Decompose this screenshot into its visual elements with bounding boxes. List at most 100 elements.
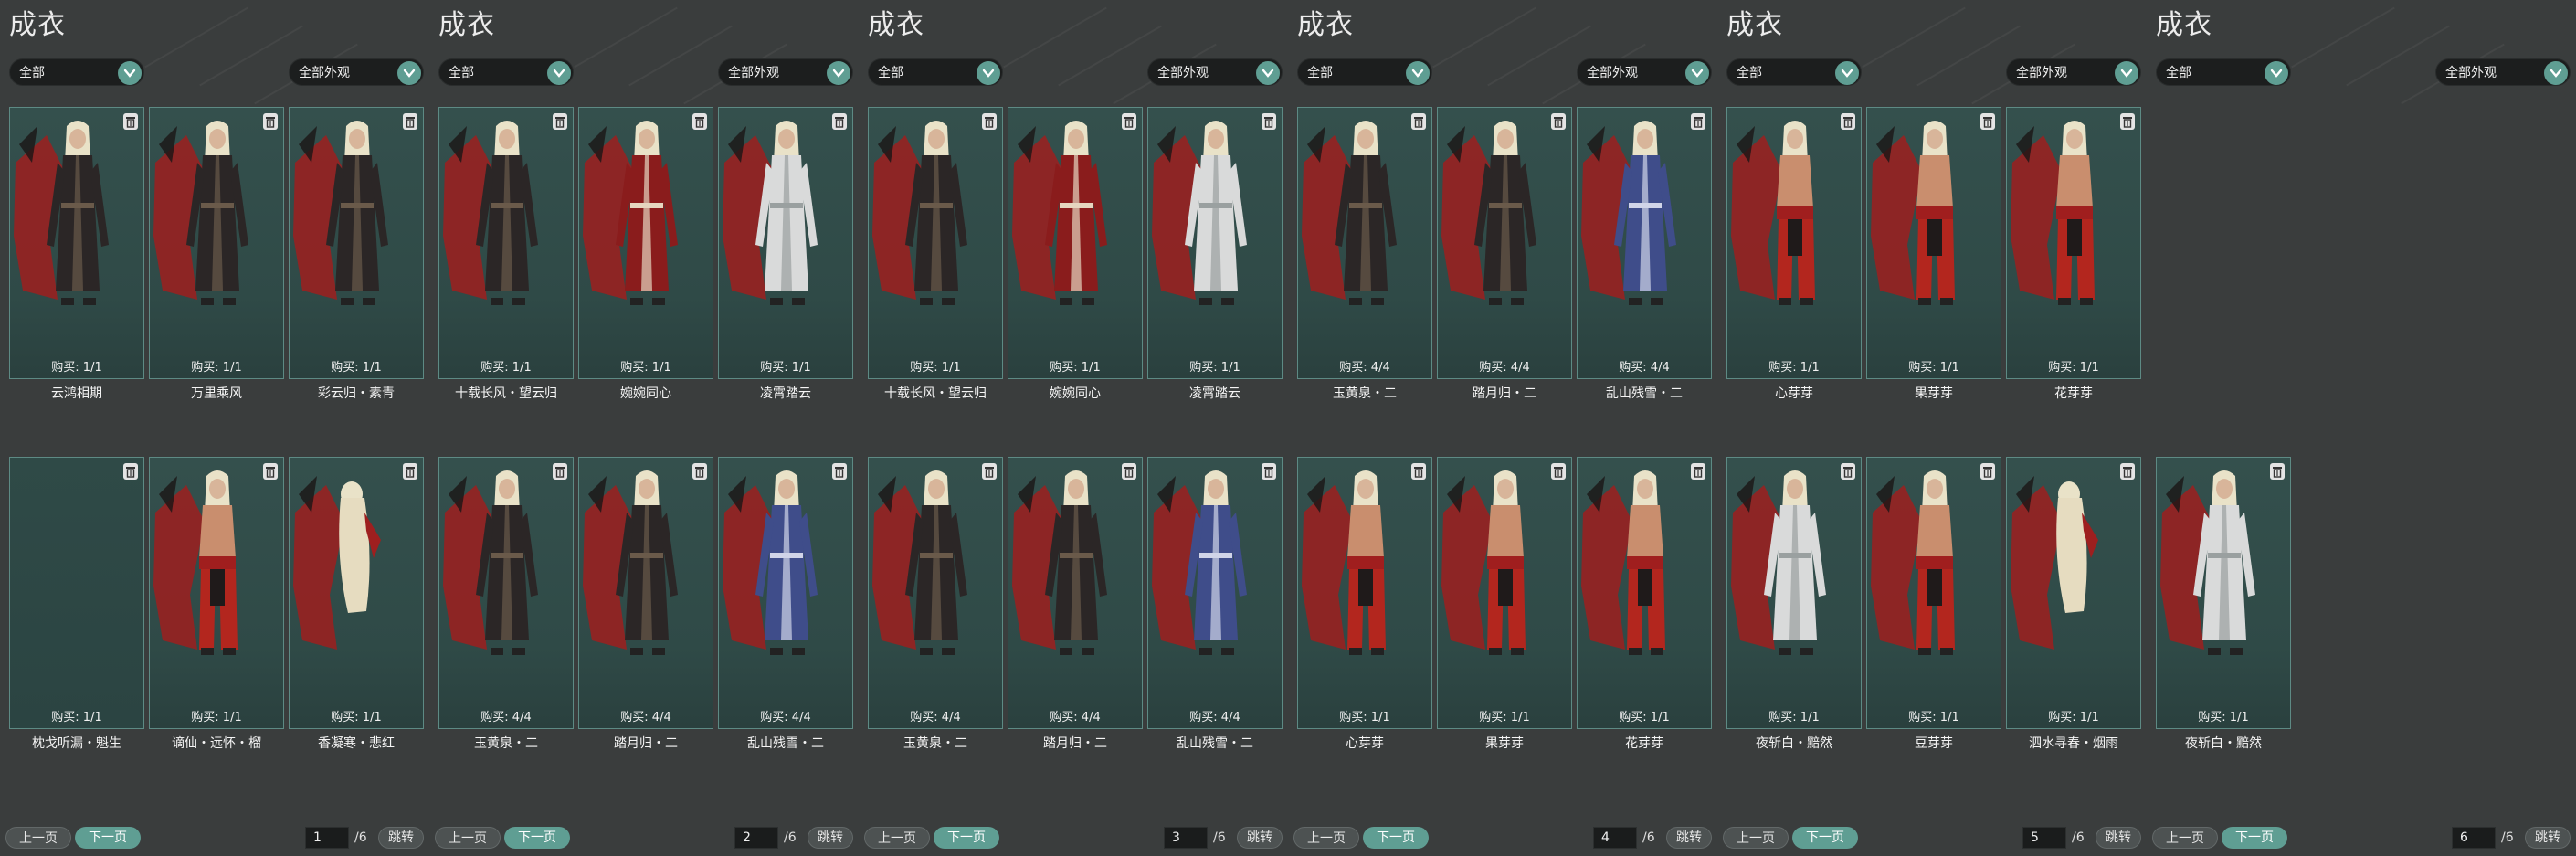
trash-icon[interactable] [263,113,278,130]
outfit-card[interactable]: 购买: 1/1 [1297,457,1432,729]
outfit-card[interactable]: 购买: 1/1 [868,107,1003,379]
appearance-filter-dropdown[interactable]: 全部外观 [2006,58,2141,86]
jump-button[interactable]: 跳转 [1237,827,1283,849]
prev-page-button[interactable]: 上一页 [435,827,501,849]
appearance-filter-dropdown[interactable]: 全部外观 [2435,58,2571,86]
outfit-card[interactable]: 购买: 1/1 [1726,107,1862,379]
outfit-card[interactable]: 购买: 1/1 [1577,457,1712,729]
trash-icon[interactable] [123,463,138,480]
appearance-filter-dropdown[interactable]: 全部外观 [718,58,853,86]
trash-icon[interactable] [832,463,847,480]
category-filter-dropdown[interactable]: 全部 [1297,58,1432,86]
trash-icon[interactable] [553,113,567,130]
next-page-button[interactable]: 下一页 [934,827,999,849]
trash-icon[interactable] [553,463,567,480]
outfit-card[interactable]: 购买: 1/1 [2006,107,2141,379]
trash-icon[interactable] [2270,463,2285,480]
trash-icon[interactable] [1980,113,1995,130]
next-page-button[interactable]: 下一页 [75,827,141,849]
outfit-card[interactable]: 购买: 4/4 [868,457,1003,729]
jump-button[interactable]: 跳转 [1666,827,1712,849]
category-filter-dropdown[interactable]: 全部 [2156,58,2291,86]
outfit-card[interactable]: 购买: 1/1 [9,457,144,729]
jump-button[interactable]: 跳转 [2096,827,2141,849]
outfit-card[interactable]: 购买: 1/1 [1866,457,2001,729]
page-number-input[interactable]: 2 [734,827,778,849]
outfit-card[interactable]: 购买: 1/1 [578,107,713,379]
outfit-card[interactable]: 购买: 4/4 [1147,457,1283,729]
category-filter-dropdown[interactable]: 全部 [9,58,144,86]
trash-icon[interactable] [1411,463,1426,480]
trash-icon[interactable] [263,463,278,480]
outfit-card[interactable]: 购买: 1/1 [438,107,574,379]
trash-icon[interactable] [1551,113,1566,130]
trash-icon[interactable] [403,463,417,480]
page-number-input[interactable]: 4 [1593,827,1637,849]
jump-button[interactable]: 跳转 [808,827,853,849]
next-page-button[interactable]: 下一页 [1363,827,1429,849]
outfit-card[interactable]: 购买: 4/4 [438,457,574,729]
outfit-card[interactable]: 购买: 1/1 [1008,107,1143,379]
appearance-filter-dropdown[interactable]: 全部外观 [289,58,424,86]
page-number-input[interactable]: 1 [305,827,349,849]
outfit-card[interactable]: 购买: 4/4 [1577,107,1712,379]
trash-icon[interactable] [1262,113,1276,130]
next-page-button[interactable]: 下一页 [504,827,570,849]
outfit-card[interactable]: 购买: 1/1 [1147,107,1283,379]
outfit-card[interactable]: 购买: 1/1 [289,457,424,729]
outfit-card[interactable]: 购买: 1/1 [289,107,424,379]
trash-icon[interactable] [1411,113,1426,130]
outfit-card[interactable]: 购买: 4/4 [1008,457,1143,729]
trash-icon[interactable] [403,113,417,130]
trash-icon[interactable] [692,113,707,130]
jump-button[interactable]: 跳转 [378,827,424,849]
prev-page-button[interactable]: 上一页 [5,827,71,849]
trash-icon[interactable] [1841,113,1855,130]
outfit-card[interactable]: 购买: 1/1 [149,457,284,729]
trash-icon[interactable] [1122,463,1136,480]
outfit-card[interactable]: 购买: 4/4 [718,457,853,729]
trash-icon[interactable] [2120,113,2135,130]
outfit-card[interactable]: 购买: 1/1 [1866,107,2001,379]
trash-icon[interactable] [982,113,997,130]
outfit-card[interactable]: 购买: 4/4 [1297,107,1432,379]
outfit-card[interactable]: 购买: 1/1 [1726,457,1862,729]
page-number-input[interactable]: 6 [2452,827,2496,849]
trash-icon[interactable] [123,113,138,130]
trash-icon[interactable] [692,463,707,480]
next-page-button[interactable]: 下一页 [1792,827,1858,849]
category-filter-dropdown[interactable]: 全部 [1726,58,1862,86]
next-page-button[interactable]: 下一页 [2222,827,2287,849]
prev-page-button[interactable]: 上一页 [2152,827,2218,849]
trash-icon[interactable] [1980,463,1995,480]
jump-button[interactable]: 跳转 [2525,827,2571,849]
prev-page-button[interactable]: 上一页 [864,827,930,849]
trash-icon[interactable] [1691,113,1705,130]
page-number-input[interactable]: 3 [1164,827,1208,849]
trash-icon[interactable] [1262,463,1276,480]
category-filter-dropdown[interactable]: 全部 [438,58,574,86]
outfit-card[interactable]: 购买: 1/1 [9,107,144,379]
purchase-count: 购买: 1/1 [1908,711,1959,724]
outfit-card[interactable]: 购买: 4/4 [578,457,713,729]
appearance-filter-dropdown[interactable]: 全部外观 [1577,58,1712,86]
page-total: /6 [2072,830,2085,845]
page-number-input[interactable]: 5 [2022,827,2066,849]
prev-page-button[interactable]: 上一页 [1293,827,1359,849]
outfit-card[interactable]: 购买: 1/1 [149,107,284,379]
outfit-card[interactable]: 购买: 1/1 [2006,457,2141,729]
trash-icon[interactable] [1122,113,1136,130]
outfit-card[interactable]: 购买: 1/1 [2156,457,2291,729]
outfit-card[interactable]: 购买: 1/1 [718,107,853,379]
trash-icon[interactable] [982,463,997,480]
outfit-card[interactable]: 购买: 1/1 [1437,457,1572,729]
prev-page-button[interactable]: 上一页 [1723,827,1789,849]
trash-icon[interactable] [1691,463,1705,480]
trash-icon[interactable] [1551,463,1566,480]
category-filter-dropdown[interactable]: 全部 [868,58,1003,86]
outfit-card[interactable]: 购买: 4/4 [1437,107,1572,379]
trash-icon[interactable] [1841,463,1855,480]
trash-icon[interactable] [832,113,847,130]
appearance-filter-dropdown[interactable]: 全部外观 [1147,58,1283,86]
trash-icon[interactable] [2120,463,2135,480]
